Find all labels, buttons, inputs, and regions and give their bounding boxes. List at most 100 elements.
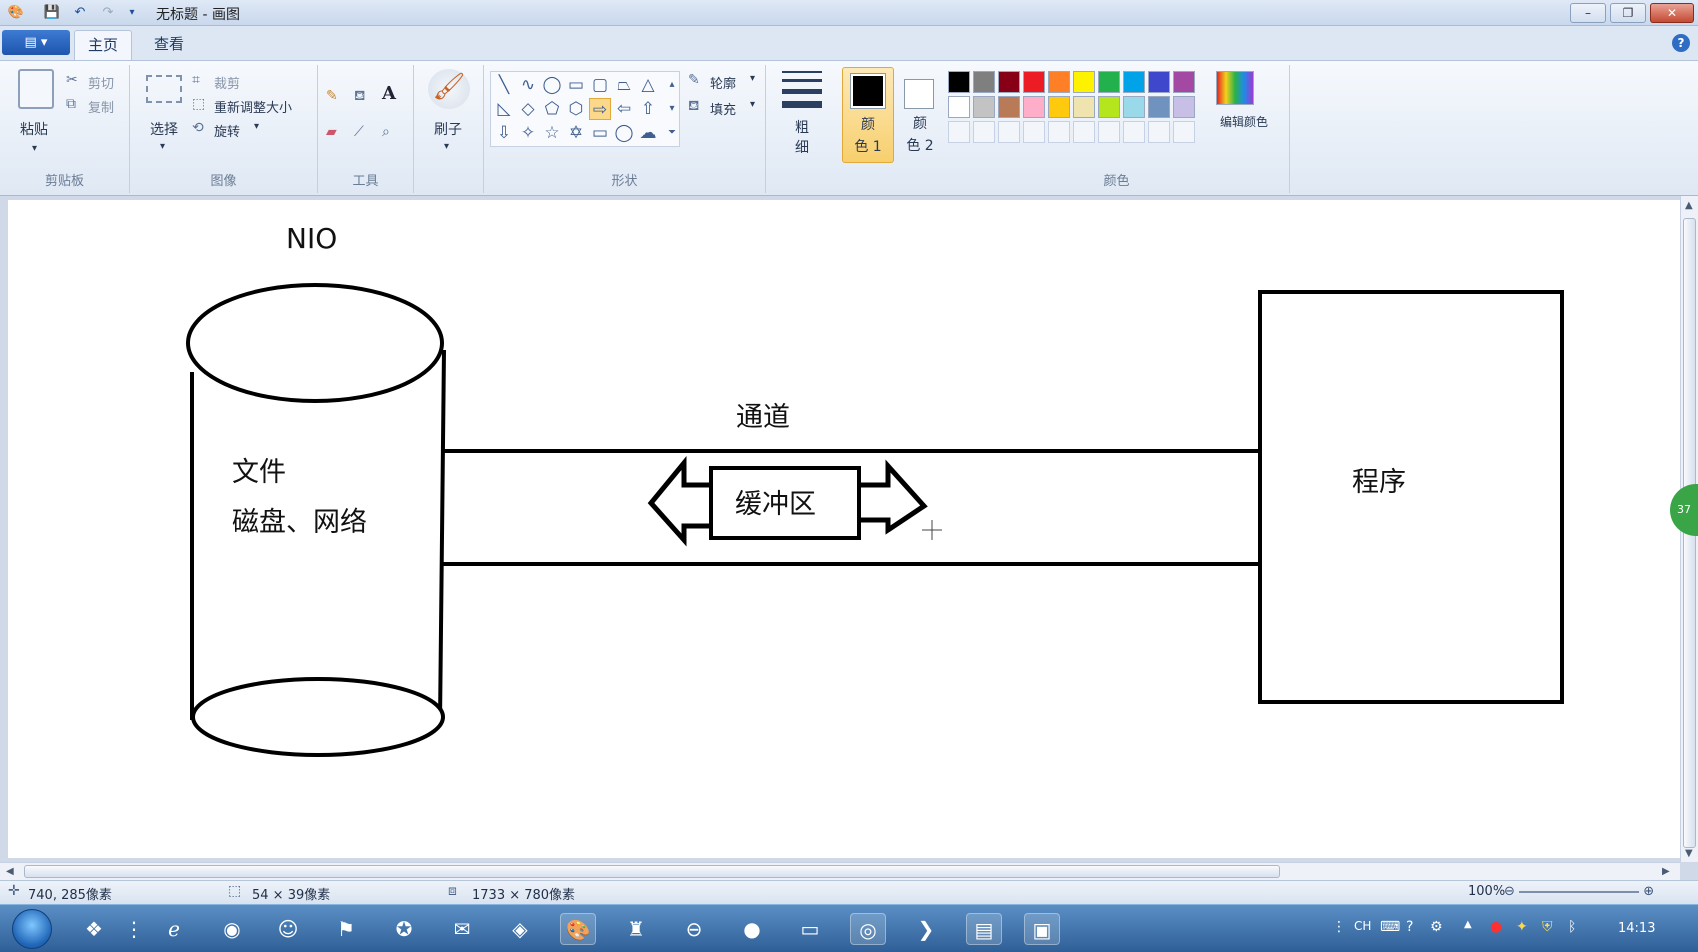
- zoom-out-icon[interactable]: ⊖: [1504, 884, 1515, 899]
- taskbar-chrome-icon[interactable]: ◉: [214, 913, 250, 945]
- help-icon[interactable]: ?: [1672, 34, 1690, 52]
- palette-swatch[interactable]: [973, 71, 995, 93]
- edit-colors-icon[interactable]: [1216, 71, 1254, 105]
- horizontal-scrollbar[interactable]: ◀ ▶: [0, 862, 1680, 880]
- select-button[interactable]: 选择: [142, 119, 186, 139]
- taskbar-message-icon[interactable]: ✉: [444, 913, 480, 945]
- save-icon[interactable]: 💾: [42, 3, 62, 23]
- tray-language[interactable]: CH: [1354, 919, 1371, 933]
- right-arrow-shape-icon[interactable]: ⇨: [589, 98, 611, 120]
- edit-colors-button[interactable]: 编辑颜色: [1220, 113, 1268, 130]
- scroll-up-icon[interactable]: ▲: [1685, 200, 1693, 211]
- tray-show-hidden-icon[interactable]: ▲: [1464, 919, 1472, 930]
- taskbar-browser-icon[interactable]: ◈: [502, 913, 538, 945]
- customize-icon[interactable]: ▾: [122, 3, 142, 23]
- paste-dropdown-icon[interactable]: ▾: [32, 143, 37, 154]
- brush-icon[interactable]: 🖌: [428, 69, 470, 109]
- select-dropdown-icon[interactable]: ▾: [160, 141, 165, 152]
- taskbar-camera-icon[interactable]: ◎: [850, 913, 886, 945]
- palette-swatch[interactable]: [1123, 71, 1145, 93]
- tray-record-icon[interactable]: ●: [1490, 919, 1502, 935]
- taskbar-powerpoint-icon[interactable]: ▣: [1024, 913, 1060, 945]
- redo-icon[interactable]: ↷: [98, 3, 118, 23]
- hexagon-shape-icon[interactable]: ⬡: [565, 98, 587, 120]
- color2-button[interactable]: 颜 色 2: [898, 67, 942, 163]
- brushes-button[interactable]: 刷子: [426, 119, 470, 139]
- paste-button[interactable]: 粘贴: [12, 119, 56, 139]
- left-arrow-shape-icon[interactable]: ⇦: [613, 98, 635, 120]
- six-point-star-shape-icon[interactable]: ✡: [565, 122, 587, 144]
- color1-button[interactable]: 颜 色 1: [842, 67, 894, 163]
- palette-swatch[interactable]: [1173, 96, 1195, 118]
- palette-swatch[interactable]: [1148, 96, 1170, 118]
- tab-view[interactable]: 查看: [140, 30, 198, 60]
- outline-button[interactable]: 轮廓: [710, 73, 736, 92]
- rotate-dropdown-icon[interactable]: ▾: [254, 121, 259, 132]
- taskbar-paint-tool-icon[interactable]: ✪: [386, 913, 422, 945]
- paste-icon[interactable]: [18, 69, 54, 109]
- tab-home[interactable]: 主页: [74, 30, 132, 60]
- palette-swatch[interactable]: [998, 71, 1020, 93]
- scroll-left-icon[interactable]: ◀: [6, 866, 14, 877]
- cut-icon[interactable]: ✂: [66, 71, 78, 89]
- fill-icon[interactable]: ⛾: [688, 97, 699, 115]
- tray-shield-icon[interactable]: ⛨: [1542, 919, 1553, 935]
- restore-button[interactable]: ❐: [1610, 3, 1646, 23]
- taskbar-ie-icon[interactable]: ℯ: [156, 913, 192, 945]
- rect-callout-shape-icon[interactable]: ▭: [589, 122, 611, 144]
- rotate-icon[interactable]: ⟲: [192, 119, 204, 137]
- color-picker-icon[interactable]: ⟋: [354, 123, 364, 141]
- right-triangle-shape-icon[interactable]: ◺: [493, 98, 515, 120]
- pencil-icon[interactable]: ✎: [326, 87, 338, 105]
- fill-dropdown-icon[interactable]: ▾: [750, 99, 755, 110]
- palette-swatch[interactable]: [1048, 96, 1070, 118]
- palette-swatch[interactable]: [948, 71, 970, 93]
- crop-icon[interactable]: ⌗: [192, 71, 200, 89]
- size-control[interactable]: 粗 细: [774, 65, 830, 193]
- magnifier-icon[interactable]: ⌕: [382, 123, 390, 141]
- taskbar-tool-icon[interactable]: ⚑: [328, 913, 364, 945]
- diamond-shape-icon[interactable]: ◇: [517, 98, 539, 120]
- polygon-shape-icon[interactable]: ⏢: [613, 74, 635, 96]
- curve-shape-icon[interactable]: ∿: [517, 74, 539, 96]
- down-arrow-shape-icon[interactable]: ⇩: [493, 122, 515, 144]
- fill-button[interactable]: 填充: [710, 99, 736, 118]
- paint-app-icon[interactable]: 🎨: [6, 3, 26, 23]
- palette-swatch[interactable]: [1023, 96, 1045, 118]
- close-button[interactable]: ✕: [1650, 3, 1694, 23]
- eraser-icon[interactable]: ▰: [326, 123, 337, 141]
- palette-custom-slot[interactable]: [1173, 121, 1195, 143]
- palette-swatch[interactable]: [1073, 71, 1095, 93]
- outline-icon[interactable]: ✎: [688, 71, 700, 89]
- palette-custom-slot[interactable]: [973, 121, 995, 143]
- select-icon[interactable]: [146, 75, 182, 103]
- rotate-button[interactable]: 旋转: [214, 121, 240, 140]
- copy-button[interactable]: 复制: [88, 97, 114, 116]
- zoom-controls[interactable]: ⊖ ⊕: [1504, 884, 1694, 902]
- taskbar-chat-icon[interactable]: ☺: [270, 913, 306, 945]
- cut-button[interactable]: 剪切: [88, 73, 114, 92]
- scroll-right-icon[interactable]: ▶: [1662, 866, 1670, 877]
- line-shape-icon[interactable]: ╲: [493, 74, 515, 96]
- oval-callout-shape-icon[interactable]: ◯: [613, 122, 635, 144]
- minimize-button[interactable]: –: [1570, 3, 1606, 23]
- palette-swatch[interactable]: [1023, 71, 1045, 93]
- tray-settings-icon[interactable]: ⚙: [1430, 919, 1443, 935]
- palette-custom-slot[interactable]: [1048, 121, 1070, 143]
- oval-shape-icon[interactable]: ◯: [541, 74, 563, 96]
- taskbar-media-icon[interactable]: ⊖: [676, 913, 712, 945]
- start-button[interactable]: [12, 909, 52, 949]
- palette-custom-slot[interactable]: [1098, 121, 1120, 143]
- taskbar-app-icon[interactable]: ❖: [76, 913, 112, 945]
- palette-custom-slot[interactable]: [1123, 121, 1145, 143]
- zoom-in-icon[interactable]: ⊕: [1643, 884, 1654, 899]
- up-arrow-shape-icon[interactable]: ⇧: [637, 98, 659, 120]
- copy-icon[interactable]: ⧉: [66, 95, 76, 113]
- palette-custom-slot[interactable]: [1023, 121, 1045, 143]
- rounded-rectangle-shape-icon[interactable]: ▢: [589, 74, 611, 96]
- palette-swatch[interactable]: [1123, 96, 1145, 118]
- resize-button[interactable]: 重新调整大小: [214, 97, 292, 116]
- taskbar-folder-icon[interactable]: ▤: [966, 913, 1002, 945]
- file-menu-button[interactable]: ▤ ▾: [2, 30, 70, 55]
- palette-swatch[interactable]: [1148, 71, 1170, 93]
